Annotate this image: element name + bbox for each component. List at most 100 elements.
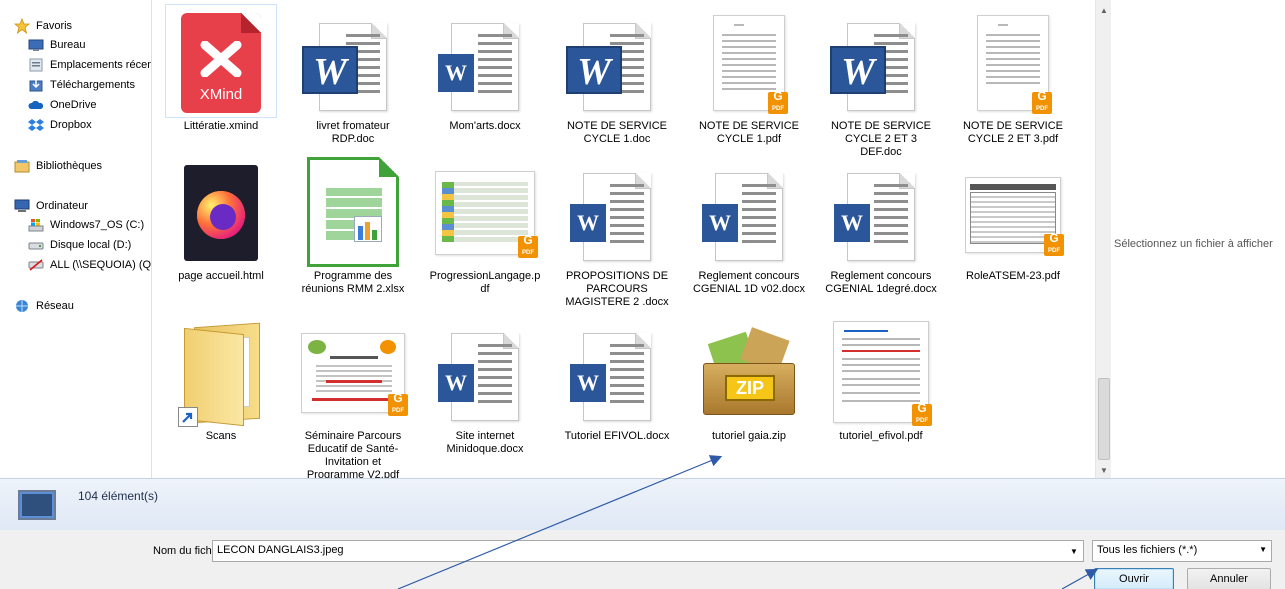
file-name: NOTE DE SERVICE CYCLE 1.doc — [566, 120, 668, 145]
nav-label: ALL (\\SEQUOIA) (Q — [50, 259, 152, 271]
file-name: Littératie.xmind — [183, 120, 259, 132]
nav-network[interactable]: Réseau — [14, 297, 74, 315]
file-name: Séminaire Parcours Educatif de Santé-Inv… — [304, 430, 402, 478]
filename-dropdown-icon[interactable]: ▼ — [1066, 542, 1082, 560]
file-item[interactable]: PDF RoleATSEM-23.pdf — [953, 155, 1073, 283]
nav-recent-places[interactable]: Emplacements récen — [28, 56, 151, 74]
preview-hint: Sélectionnez un fichier à afficher — [1114, 238, 1273, 250]
file-name: Reglement concours CGENIAL 1D v02.docx — [692, 270, 806, 295]
file-item[interactable]: PDF ProgressionLangage.pdf — [425, 155, 545, 296]
file-item[interactable]: W livret fromateur RDP.doc — [293, 5, 413, 146]
word-docx-icon: W — [438, 333, 519, 421]
nav-label: Dropbox — [50, 119, 92, 131]
file-name: tutoriel gaia.zip — [712, 430, 786, 442]
file-item[interactable]: Scans — [161, 315, 281, 443]
file-name: RoleATSEM-23.pdf — [966, 270, 1060, 282]
nav-label: Windows7_OS (C:) — [50, 219, 145, 231]
file-name: Tutoriel EFIVOL.docx — [564, 430, 670, 442]
nav-downloads[interactable]: Téléchargements — [28, 76, 135, 94]
scroll-down-arrow-icon[interactable]: ▼ — [1096, 462, 1112, 478]
file-name: NOTE DE SERVICE CYCLE 2 ET 3 DEF.doc — [830, 120, 932, 158]
open-button[interactable]: Ouvrir — [1094, 568, 1174, 589]
file-item[interactable]: W NOTE DE SERVICE CYCLE 1.doc — [557, 5, 677, 146]
file-item[interactable]: W Mom'arts.docx — [425, 5, 545, 133]
file-item[interactable]: W Tutoriel EFIVOL.docx — [557, 315, 677, 443]
file-item[interactable]: PDF tutoriel_efivol.pdf — [821, 315, 941, 443]
nav-onedrive[interactable]: OneDrive — [28, 96, 96, 114]
pdf-badge-icon: PDF — [1044, 226, 1064, 256]
file-item[interactable]: W Reglement concours CGENIAL 1degré.docx — [821, 155, 941, 296]
pdf-badge-icon: PDF — [912, 396, 932, 426]
file-name: ProgressionLangage.pdf — [429, 270, 541, 295]
zip-icon: ZIP — [699, 327, 799, 419]
desktop-icon — [28, 37, 44, 53]
nav-libraries[interactable]: Bibliothèques — [14, 157, 102, 175]
word-docx-icon: W — [570, 333, 651, 421]
file-item[interactable]: PDF NOTE DE SERVICE CYCLE 2 ET 3.pdf — [953, 5, 1073, 146]
file-item[interactable]: XMind Littératie.xmind — [161, 4, 281, 133]
nav-bureau[interactable]: Bureau — [28, 36, 85, 54]
nav-computer[interactable]: Ordinateur — [14, 197, 88, 215]
vertical-scrollbar[interactable]: ▲ ▼ — [1095, 0, 1111, 478]
pdf-badge-icon: PDF — [768, 84, 788, 114]
nav-label: Téléchargements — [50, 79, 135, 91]
filetype-value: Tous les fichiers (*.*) — [1097, 544, 1198, 556]
nav-label: Favoris — [36, 20, 73, 32]
xmind-icon: XMind — [181, 13, 261, 113]
nav-label: OneDrive — [50, 99, 97, 111]
file-name: tutoriel_efivol.pdf — [839, 430, 923, 442]
file-open-dialog: Favoris Bureau Emplacements récen Téléch… — [0, 0, 1285, 589]
star-icon — [14, 18, 30, 34]
nav-dropbox[interactable]: Dropbox — [28, 116, 92, 134]
file-item[interactable]: page accueil.html — [161, 155, 281, 283]
word-docx-icon: W — [438, 23, 519, 111]
file-item[interactable]: Programme des réunions RMM 2.xlsx — [293, 155, 413, 296]
pdf-thumbnail: PDF — [833, 321, 932, 426]
filename-input[interactable]: LECON DANGLAIS3.jpeg — [212, 540, 1084, 562]
word-docx-icon: W — [834, 173, 915, 261]
computer-monitor-icon — [18, 490, 56, 520]
filetype-select[interactable]: Tous les fichiers (*.*) ▼ — [1092, 540, 1272, 562]
pdf-badge-icon: PDF — [388, 386, 408, 416]
file-item[interactable]: W Site internet Minidoque.docx — [425, 315, 545, 456]
file-name: Programme des réunions RMM 2.xlsx — [301, 270, 405, 295]
scroll-up-arrow-icon[interactable]: ▲ — [1096, 2, 1112, 18]
file-name: Site internet Minidoque.docx — [446, 430, 524, 455]
nav-label: Disque local (D:) — [50, 239, 132, 251]
nav-drive-q[interactable]: ALL (\\SEQUOIA) (Q — [28, 256, 151, 274]
computer-icon — [14, 198, 30, 214]
firefox-icon — [184, 165, 258, 261]
pdf-thumbnail: PDF — [965, 177, 1064, 256]
pdf-thumbnail: PDF — [977, 15, 1052, 114]
windows-drive-icon — [28, 217, 44, 233]
nav-drive-c[interactable]: Windows7_OS (C:) — [28, 216, 144, 234]
chevron-down-icon: ▼ — [1259, 545, 1267, 554]
nav-label: Ordinateur — [36, 200, 88, 212]
file-list: XMind Littératie.xmind W livret fromateu… — [153, 0, 1095, 478]
cancel-button[interactable]: Annuler — [1187, 568, 1271, 589]
pdf-badge-icon: PDF — [518, 228, 538, 258]
pdf-thumbnail: PDF — [713, 15, 788, 114]
file-item[interactable]: PDF Séminaire Parcours Educatif de Santé… — [293, 315, 413, 478]
network-icon — [14, 298, 30, 314]
file-name: Reglement concours CGENIAL 1degré.docx — [825, 270, 937, 295]
pdf-thumbnail: PDF — [301, 333, 408, 416]
nav-label: Bureau — [50, 39, 86, 51]
nav-label: Réseau — [36, 300, 74, 312]
hard-drive-icon — [28, 237, 44, 253]
file-item[interactable]: W Reglement concours CGENIAL 1D v02.docx — [689, 155, 809, 296]
file-item[interactable]: ZIP tutoriel gaia.zip — [689, 315, 809, 443]
nav-drive-d[interactable]: Disque local (D:) — [28, 236, 131, 254]
file-name: PROPOSITIONS DE PARCOURS MAGISTERE 2 .do… — [565, 270, 669, 308]
libraries-icon — [14, 158, 30, 174]
file-item[interactable]: W NOTE DE SERVICE CYCLE 2 ET 3 DEF.doc — [821, 5, 941, 159]
scrollbar-thumb[interactable] — [1098, 378, 1110, 460]
nav-favorites[interactable]: Favoris — [14, 17, 72, 35]
file-item[interactable]: PDF NOTE DE SERVICE CYCLE 1.pdf — [689, 5, 809, 146]
folder-shortcut-icon — [176, 321, 266, 427]
file-name: Scans — [205, 430, 237, 442]
dropbox-icon — [28, 117, 44, 133]
word-doc-icon: W — [830, 23, 915, 111]
file-name: livret fromateur RDP.doc — [316, 120, 390, 145]
file-item[interactable]: W PROPOSITIONS DE PARCOURS MAGISTERE 2 .… — [557, 155, 677, 309]
